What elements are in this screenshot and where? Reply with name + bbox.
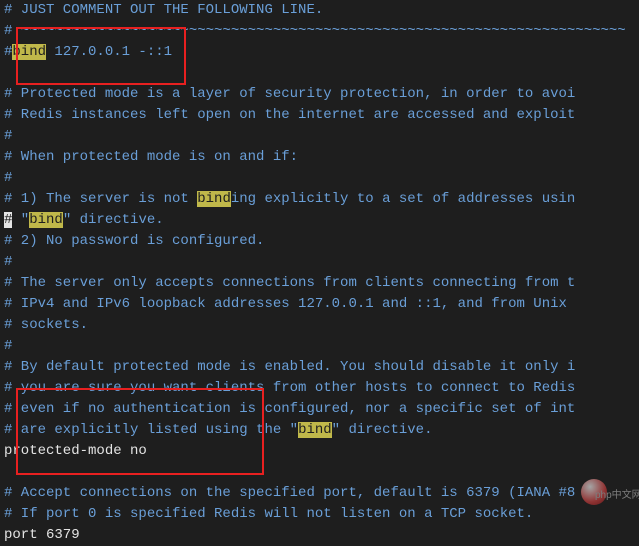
comment-text: # ~~~~~~~~~~~~~~~~~~~~~~~~~~~~~~~~~~~~~~… bbox=[4, 23, 626, 39]
comment-text: " directive. bbox=[332, 422, 433, 438]
comment-text: # bbox=[4, 170, 12, 186]
code-line[interactable]: # 2) No password is configured. bbox=[4, 231, 635, 252]
code-line[interactable]: # If port 0 is specified Redis will not … bbox=[4, 504, 635, 525]
comment-text: # JUST COMMENT OUT THE FOLLOWING LINE. bbox=[4, 2, 323, 18]
code-line[interactable]: # bbox=[4, 168, 635, 189]
search-match: bind bbox=[197, 191, 231, 207]
comment-text: # even if no authentication is configure… bbox=[4, 401, 575, 417]
comment-text: 127.0.0.1 -::1 bbox=[46, 44, 172, 60]
code-line[interactable]: # Protected mode is a layer of security … bbox=[4, 84, 635, 105]
comment-text: ing explicitly to a set of addresses usi… bbox=[231, 191, 575, 207]
comment-text: # By default protected mode is enabled. … bbox=[4, 359, 575, 375]
code-line[interactable]: # By default protected mode is enabled. … bbox=[4, 357, 635, 378]
code-line[interactable]: # Redis instances left open on the inter… bbox=[4, 105, 635, 126]
code-line[interactable]: # JUST COMMENT OUT THE FOLLOWING LINE. bbox=[4, 0, 635, 21]
search-match: bind bbox=[298, 422, 332, 438]
code-line[interactable]: # 1) The server is not binding explicitl… bbox=[4, 189, 635, 210]
comment-text: # The server only accepts connections fr… bbox=[4, 275, 575, 291]
code-line[interactable] bbox=[4, 63, 635, 84]
comment-text: # Redis instances left open on the inter… bbox=[4, 107, 575, 123]
comment-text: # IPv4 and IPv6 loopback addresses 127.0… bbox=[4, 296, 567, 312]
code-line[interactable]: # you are sure you want clients from oth… bbox=[4, 378, 635, 399]
code-text: protected-mode no bbox=[4, 443, 147, 459]
code-line[interactable]: # "bind" directive. bbox=[4, 210, 635, 231]
code-line[interactable]: port 6379 bbox=[4, 525, 635, 546]
comment-text: # 2) No password is configured. bbox=[4, 233, 264, 249]
comment-text: " bbox=[12, 212, 29, 228]
comment-text: ocket. bbox=[483, 506, 533, 522]
code-editor[interactable]: # JUST COMMENT OUT THE FOLLOWING LINE. # … bbox=[4, 0, 635, 546]
code-line[interactable]: # When protected mode is on and if: bbox=[4, 147, 635, 168]
comment-text: # When protected mode is on and if: bbox=[4, 149, 298, 165]
code-line[interactable]: protected-mode no bbox=[4, 441, 635, 462]
comment-text: # sockets. bbox=[4, 317, 88, 333]
comment-text: # are explicitly listed using the " bbox=[4, 422, 298, 438]
code-line[interactable]: # ~~~~~~~~~~~~~~~~~~~~~~~~~~~~~~~~~~~~~~… bbox=[4, 21, 635, 42]
watermark: php中文网 bbox=[581, 479, 631, 507]
comment-text: # Protected mode is a layer of security … bbox=[4, 86, 575, 102]
comment-text: # bbox=[4, 338, 12, 354]
code-line[interactable]: # The server only accepts connections fr… bbox=[4, 273, 635, 294]
code-line[interactable]: #bind 127.0.0.1 -::1 bbox=[4, 42, 635, 63]
code-line[interactable]: # IPv4 and IPv6 loopback addresses 127.0… bbox=[4, 294, 635, 315]
code-text: port 6379 bbox=[4, 527, 80, 543]
search-match: bind bbox=[12, 44, 46, 60]
comment-text: " directive. bbox=[63, 212, 164, 228]
search-match: bind bbox=[29, 212, 63, 228]
comment-text: # bbox=[4, 254, 12, 270]
comment-text: # bbox=[4, 128, 12, 144]
code-line[interactable]: # bbox=[4, 126, 635, 147]
code-line[interactable]: # bbox=[4, 252, 635, 273]
comment-text: # Accept connections on the specified po… bbox=[4, 485, 575, 501]
code-line[interactable] bbox=[4, 462, 635, 483]
code-line[interactable]: # sockets. bbox=[4, 315, 635, 336]
code-line[interactable]: # Accept connections on the specified po… bbox=[4, 483, 635, 504]
comment-text: # If port 0 is specified Redis will not … bbox=[4, 506, 483, 522]
code-line[interactable]: # bbox=[4, 336, 635, 357]
comment-text: # you are sure you want clients from oth… bbox=[4, 380, 575, 396]
code-line[interactable]: # are explicitly listed using the "bind"… bbox=[4, 420, 635, 441]
comment-text: # 1) The server is not bbox=[4, 191, 197, 207]
code-line[interactable]: # even if no authentication is configure… bbox=[4, 399, 635, 420]
